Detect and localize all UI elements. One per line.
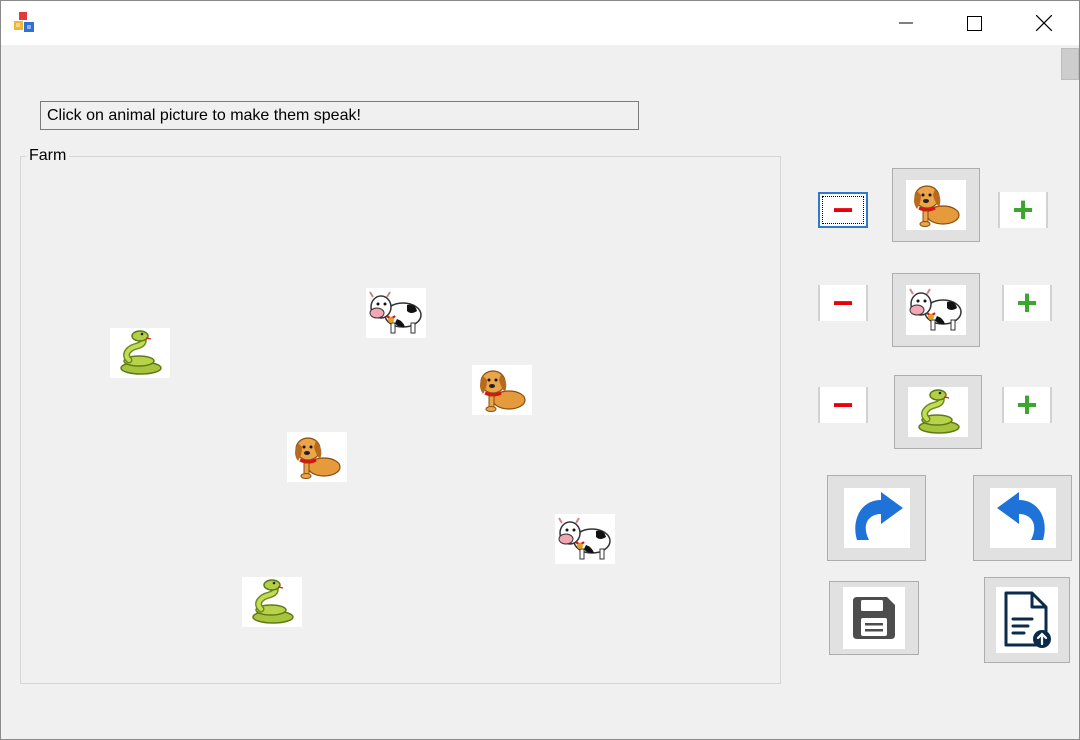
minimize-button[interactable] <box>871 1 941 45</box>
farm-animal-dog[interactable] <box>287 432 347 482</box>
dog-icon <box>914 185 960 227</box>
remove-cow-button[interactable]: − <box>818 285 868 321</box>
undo-button[interactable] <box>973 475 1072 561</box>
cow-icon <box>369 291 422 334</box>
speak-snake-button[interactable] <box>894 375 982 449</box>
maximize-button[interactable] <box>939 1 1009 45</box>
farm-animal-snake[interactable] <box>242 577 302 627</box>
snake-icon <box>252 579 294 624</box>
redo-icon <box>854 492 903 540</box>
cow-icon <box>558 517 611 560</box>
save-icon <box>853 597 895 639</box>
minus-icon: − <box>832 282 854 323</box>
plus-icon: + <box>1016 282 1038 323</box>
app-window: Click on animal picture to make them spe… <box>0 0 1080 740</box>
load-file-button[interactable] <box>984 577 1070 663</box>
scrollbar-thumb[interactable] <box>1061 48 1079 80</box>
minimize-icon <box>899 22 913 24</box>
file-upload-icon <box>1004 591 1051 648</box>
close-button[interactable] <box>1009 1 1079 45</box>
redo-button[interactable] <box>827 475 926 561</box>
speak-dog-button[interactable] <box>892 168 980 242</box>
speak-cow-button[interactable] <box>892 273 980 347</box>
add-cow-button[interactable]: + <box>1002 285 1052 321</box>
save-button[interactable] <box>829 581 919 655</box>
plus-icon: + <box>1016 384 1038 425</box>
farm-animal-cow[interactable] <box>555 514 615 564</box>
farm-animal-cow[interactable] <box>366 288 426 338</box>
farm-groupbox <box>20 156 781 684</box>
dog-icon <box>480 370 526 412</box>
snake-icon <box>120 330 162 375</box>
maximize-icon <box>966 15 982 31</box>
add-snake-button[interactable]: + <box>1002 387 1052 423</box>
minus-icon: − <box>832 384 854 425</box>
close-icon <box>1036 15 1052 31</box>
farm-legend: Farm <box>26 147 70 165</box>
farm-animal-snake[interactable] <box>110 328 170 378</box>
snake-icon <box>918 389 960 434</box>
dog-icon <box>295 437 341 479</box>
remove-dog-button[interactable]: − <box>818 192 868 228</box>
instruction-label: Click on animal picture to make them spe… <box>40 101 639 130</box>
add-dog-button[interactable]: + <box>998 192 1048 228</box>
cow-icon <box>909 288 962 331</box>
plus-icon: + <box>1012 189 1034 230</box>
title-bar <box>1 1 1079 45</box>
farm-animal-dog[interactable] <box>472 365 532 415</box>
app-blocks-icon <box>12 11 36 35</box>
undo-icon <box>996 492 1045 540</box>
minus-icon: − <box>832 189 854 230</box>
remove-snake-button[interactable]: − <box>818 387 868 423</box>
